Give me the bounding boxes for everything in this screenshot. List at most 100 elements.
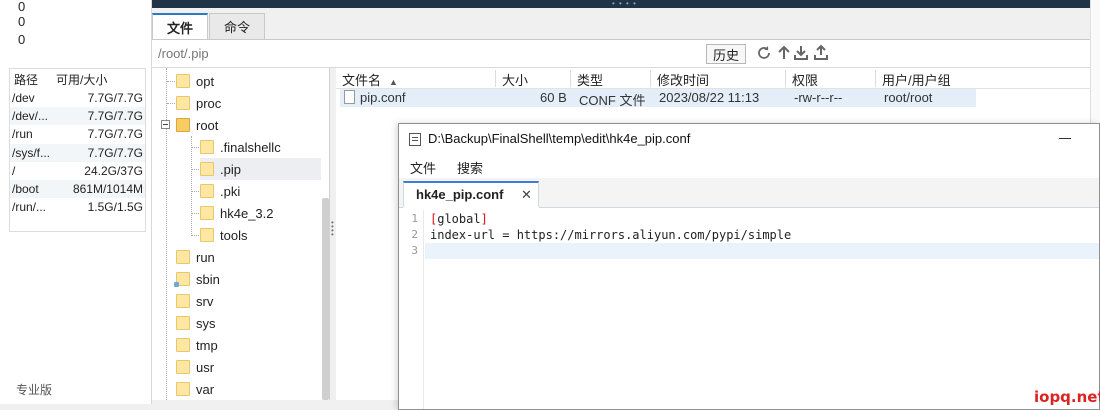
- disk-row[interactable]: /dev 7.7G/7.7G: [10, 89, 145, 107]
- tree-item-opt[interactable]: opt: [176, 70, 214, 92]
- tree-item-usr[interactable]: usr: [176, 356, 214, 378]
- left-status-panel: 0 0 0 路径 可用/大小 /dev 7.7G/7.7G /dev/... 7.7…: [0, 0, 152, 404]
- watermark: iopq.net: [1034, 388, 1100, 406]
- disk-row[interactable]: /run 7.7G/7.7G: [10, 125, 145, 143]
- tree-item-tmp[interactable]: tmp: [176, 334, 218, 356]
- tree-item-run[interactable]: run: [176, 246, 215, 268]
- tree-item-var[interactable]: var: [176, 378, 214, 400]
- section-name: global: [437, 212, 481, 226]
- menu-search[interactable]: 搜索: [446, 154, 493, 178]
- load-value: 0: [18, 0, 26, 14]
- disk-size: 7.7G/7.7G: [87, 127, 143, 142]
- current-path[interactable]: /root/.pip: [158, 46, 209, 61]
- file-type: CONF 文件: [579, 93, 646, 108]
- tree-item-label: hk4e_3.2: [220, 205, 274, 221]
- editor-window: D:\Backup\FinalShell\temp\edit\hk4e_pip.…: [398, 123, 1100, 410]
- tab-commands[interactable]: 命令: [209, 13, 266, 39]
- code-line-1: [global]: [430, 212, 488, 226]
- tree-item-label: tools: [220, 227, 248, 243]
- disk-path: /dev: [12, 91, 35, 106]
- column-header-mtime[interactable]: 修改时间: [651, 70, 786, 88]
- disk-header-size: 可用/大小: [56, 72, 108, 87]
- folder-icon: [200, 228, 214, 242]
- file-row[interactable]: pip.conf 60 B CONF 文件 2023/08/22 11:13 -…: [340, 89, 976, 108]
- column-header-label: 文件名: [342, 73, 382, 88]
- tree-item-root[interactable]: root: [176, 114, 218, 136]
- editor-tab-label: hk4e_pip.conf: [416, 187, 504, 202]
- tree-item-sys[interactable]: sys: [176, 312, 216, 334]
- tree-item-hk4e[interactable]: hk4e_3.2: [200, 202, 274, 224]
- disk-path: /sys/f...: [12, 145, 51, 160]
- folder-icon: [176, 360, 190, 374]
- menu-file[interactable]: 文件: [399, 154, 446, 178]
- file-size: 60 B: [540, 90, 567, 105]
- column-header-name[interactable]: 文件名 ▲: [336, 70, 496, 88]
- code-editor[interactable]: 1 2 3 [global] index-url = https://mirro…: [399, 210, 1099, 409]
- folder-icon: [176, 338, 190, 352]
- tree-item-tools[interactable]: tools: [200, 224, 247, 246]
- disk-path: /: [12, 163, 16, 178]
- column-header-permission[interactable]: 权限: [786, 70, 876, 88]
- disk-size: 7.7G/7.7G: [87, 91, 143, 106]
- tree-item-label: usr: [196, 359, 215, 375]
- disk-row[interactable]: /sys/f... 7.7G/7.7G: [10, 143, 145, 162]
- column-header-type[interactable]: 类型: [571, 70, 651, 88]
- history-button[interactable]: 历史: [706, 44, 747, 64]
- file-permission: -rw-r--r--: [794, 90, 843, 105]
- tree-item-label: proc: [196, 95, 222, 111]
- tree-item-finalshellc[interactable]: .finalshellc: [200, 136, 281, 158]
- tree-item-label: sbin: [196, 271, 220, 287]
- disk-path: /boot: [12, 182, 39, 197]
- tree-item-pip[interactable]: .pip: [200, 158, 321, 180]
- line-number: 2: [411, 228, 418, 241]
- tree-item-label: run: [196, 249, 215, 265]
- code-line-2: index-url = https://mirrors.aliyun.com/p…: [430, 228, 792, 242]
- column-header-owner[interactable]: 用户/用户组: [876, 70, 986, 88]
- tree-item-proc[interactable]: proc: [176, 92, 221, 114]
- folder-open-icon: [176, 118, 190, 132]
- disk-row[interactable]: /run/... 1.5G/1.5G: [10, 198, 145, 216]
- file-name: pip.conf: [360, 90, 406, 105]
- disk-table-header: 路径 可用/大小: [10, 69, 145, 89]
- upload-arrow-icon[interactable]: [776, 43, 792, 63]
- tree-item-sbin[interactable]: sbin: [174, 268, 220, 290]
- download-icon[interactable]: [793, 43, 809, 63]
- tree-connector: [166, 68, 167, 400]
- folder-icon: [200, 184, 214, 198]
- tree-item-srv[interactable]: srv: [176, 290, 213, 312]
- current-line-highlight: [425, 243, 1099, 259]
- disk-path: /dev/...: [12, 109, 49, 124]
- drag-grip-icon[interactable]: • • • •: [612, 0, 637, 8]
- column-header-size[interactable]: 大小: [496, 70, 571, 88]
- tree-item-label: .pip: [220, 161, 241, 177]
- tree-item-pki[interactable]: .pki: [200, 180, 240, 202]
- path-bar: /root/.pip 历史: [152, 40, 1090, 68]
- disk-row[interactable]: /boot 861M/1014M: [10, 179, 145, 199]
- disk-row[interactable]: / 24.2G/37G: [10, 162, 145, 180]
- tree-item-label: .pki: [220, 183, 241, 199]
- folder-icon: [176, 382, 190, 396]
- disk-path: /run: [12, 127, 33, 142]
- disk-size: 861M/1014M: [72, 182, 143, 197]
- folder-icon: [176, 294, 190, 308]
- editor-tab-bar: hk4e_pip.conf ✕: [399, 178, 1099, 208]
- tab-files[interactable]: 文件: [152, 13, 209, 39]
- upload-icon[interactable]: [813, 43, 829, 63]
- load-value: 0: [18, 14, 26, 29]
- disk-row[interactable]: /dev/... 7.7G/7.7G: [10, 107, 145, 126]
- editor-menubar: 文件 搜索: [399, 154, 1099, 178]
- tree-scrollbar[interactable]: [322, 198, 329, 400]
- tree-item-label: .finalshellc: [220, 139, 281, 155]
- collapse-root-toggle-icon[interactable]: [161, 120, 170, 129]
- minimize-icon[interactable]: [1059, 138, 1071, 139]
- editor-title: D:\Backup\FinalShell\temp\edit\hk4e_pip.…: [428, 131, 691, 146]
- editor-titlebar[interactable]: D:\Backup\FinalShell\temp\edit\hk4e_pip.…: [399, 124, 1099, 154]
- close-icon[interactable]: ✕: [521, 187, 532, 203]
- top-panel-divider[interactable]: • • • •: [152, 0, 1090, 8]
- refresh-icon[interactable]: [756, 43, 772, 63]
- disk-size: 1.5G/1.5G: [87, 200, 143, 215]
- folder-icon: [176, 316, 190, 330]
- editor-tab[interactable]: hk4e_pip.conf ✕: [403, 181, 539, 208]
- disk-usage-table: 路径 可用/大小 /dev 7.7G/7.7G /dev/... 7.7G/7.7G…: [9, 68, 146, 232]
- splitter-grip-icon[interactable]: • • • •: [331, 219, 334, 239]
